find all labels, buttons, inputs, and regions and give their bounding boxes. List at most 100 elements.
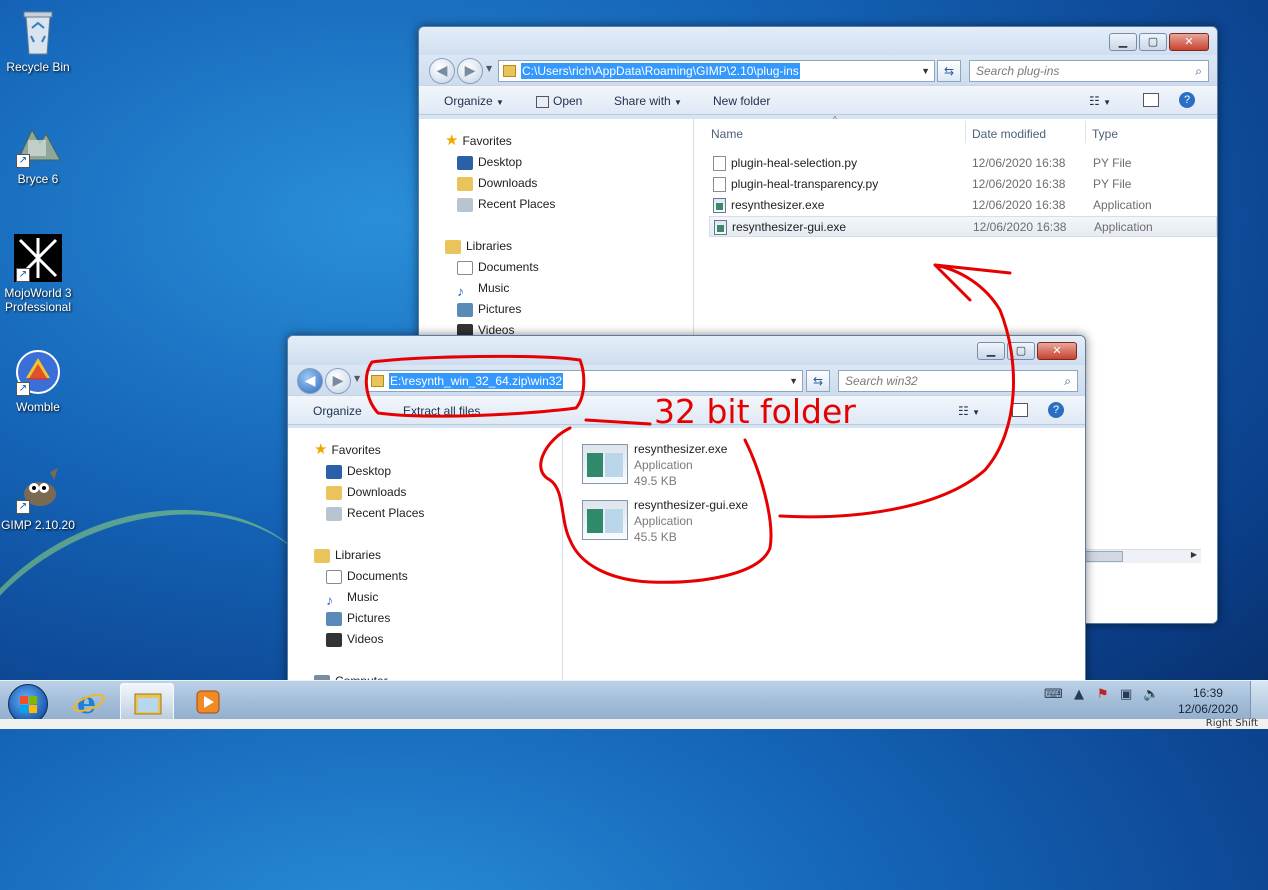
nav-music[interactable]: ♪ Music <box>326 588 379 608</box>
column-header-type[interactable]: Type <box>1092 121 1118 147</box>
nav-downloads[interactable]: Downloads <box>457 174 537 192</box>
column-header-date[interactable]: Date modified <box>972 121 1046 147</box>
file-name: resynthesizer.exe <box>634 442 728 456</box>
column-header-name[interactable]: Name <box>711 121 743 147</box>
file-row[interactable]: resynthesizer.exe 12/06/2020 16:38 Appli… <box>709 195 1217 216</box>
address-bar[interactable]: E:\resynth_win_32_64.zip\win32 ▼ <box>366 370 803 392</box>
back-button[interactable]: ◀ <box>429 58 455 84</box>
nav-label: Downloads <box>347 485 407 499</box>
horizontal-scrollbar[interactable]: ▶ <box>1083 549 1201 563</box>
organize-button[interactable]: Organize ▼ <box>444 94 504 108</box>
organize-button[interactable]: Organize <box>313 404 362 418</box>
nav-music[interactable]: ♪ Music <box>457 279 509 299</box>
desktop-icon-recycle-bin[interactable]: Recycle Bin <box>0 8 76 74</box>
search-input[interactable]: Search win32 ⌕ <box>838 370 1078 392</box>
start-button[interactable] <box>8 684 48 724</box>
show-desktop-button[interactable] <box>1250 681 1268 721</box>
window-titlebar[interactable]: ▁ ▢ ✕ <box>288 336 1085 368</box>
desktop-icon-gimp[interactable]: ↗ GIMP 2.10.20 <box>0 466 76 532</box>
maximize-button[interactable]: ▢ <box>1139 33 1167 51</box>
nav-videos[interactable]: Videos <box>326 630 383 648</box>
recent-pages-chevron-icon[interactable]: ▼ <box>354 374 360 383</box>
network-icon[interactable]: ▣ <box>1120 687 1132 702</box>
show-hidden-icons-button[interactable]: ▲ <box>1074 687 1084 702</box>
nav-libraries[interactable]: Libraries <box>445 237 512 255</box>
nav-pictures[interactable]: Pictures <box>326 609 390 627</box>
search-input[interactable]: Search plug-ins ⌕ <box>969 60 1209 82</box>
file-row[interactable]: plugin-heal-transparency.py 12/06/2020 1… <box>709 174 1217 195</box>
address-dropdown-icon[interactable]: ▼ <box>789 371 798 391</box>
desktop-icon-womble[interactable]: ↗ Womble <box>0 348 76 414</box>
back-button[interactable]: ◀ <box>297 368 323 394</box>
internet-explorer-icon: e <box>72 686 106 721</box>
nav-label: Downloads <box>478 176 538 190</box>
explorer-window-win32[interactable]: ▁ ▢ ✕ ◀ ▶ ▼ E:\resynth_win_32_64.zip\win… <box>287 335 1086 695</box>
desktop-icon-mojoworld[interactable]: ↗ MojoWorld 3 Professional <box>0 234 76 314</box>
nav-favorites[interactable]: ★ Favorites <box>445 132 512 150</box>
keyboard-icon[interactable]: ⌨ <box>1044 687 1063 702</box>
nav-label: Music <box>347 590 379 604</box>
address-dropdown-icon[interactable]: ▼ <box>921 61 930 81</box>
file-type: Application <box>1094 220 1153 234</box>
downloads-icon <box>326 485 342 500</box>
application-icon <box>582 500 628 540</box>
search-placeholder: Search plug-ins <box>976 64 1060 78</box>
nav-desktop[interactable]: Desktop <box>457 153 522 171</box>
taskbar-windows-explorer[interactable] <box>120 683 174 721</box>
nav-desktop[interactable]: Desktop <box>326 462 391 480</box>
preview-pane-button[interactable] <box>1012 403 1028 417</box>
nav-pictures[interactable]: Pictures <box>457 300 521 318</box>
address-text: C:\Users\rich\AppData\Roaming\GIMP\2.10\… <box>521 63 800 79</box>
help-icon[interactable]: ? <box>1048 402 1064 418</box>
view-options-button[interactable]: ☷ ▼ <box>958 404 980 418</box>
refresh-button[interactable]: ⇆ <box>937 60 961 82</box>
svg-text:e: e <box>77 686 96 721</box>
nav-recent-places[interactable]: Recent Places <box>326 504 424 522</box>
clock[interactable]: 16:39 12/06/2020 <box>1178 685 1238 717</box>
shortcut-arrow-icon: ↗ <box>16 154 30 168</box>
nav-libraries[interactable]: Libraries <box>314 546 381 564</box>
nav-favorites[interactable]: ★ Favorites <box>314 441 381 459</box>
new-folder-button[interactable]: New folder <box>713 94 770 108</box>
search-placeholder: Search win32 <box>845 374 918 388</box>
scroll-right-icon[interactable]: ▶ <box>1191 550 1197 559</box>
nav-recent-places[interactable]: Recent Places <box>457 195 555 213</box>
minimize-button[interactable]: ▁ <box>1109 33 1137 51</box>
pictures-icon <box>326 611 342 626</box>
forward-button[interactable]: ▶ <box>325 368 351 394</box>
recent-pages-chevron-icon[interactable]: ▼ <box>486 64 492 73</box>
shortcut-arrow-icon: ↗ <box>16 500 30 514</box>
libraries-icon <box>314 548 330 563</box>
address-bar[interactable]: C:\Users\rich\AppData\Roaming\GIMP\2.10\… <box>498 60 935 82</box>
desktop-icon-bryce[interactable]: ↗ Bryce 6 <box>0 120 76 186</box>
preview-pane-button[interactable] <box>1143 93 1159 107</box>
close-button[interactable]: ✕ <box>1169 33 1209 51</box>
nav-label: Pictures <box>478 302 522 316</box>
file-date: 12/06/2020 16:38 <box>972 177 1066 191</box>
refresh-button[interactable]: ⇆ <box>806 370 830 392</box>
nav-documents[interactable]: Documents <box>326 567 408 585</box>
view-options-button[interactable]: ☷ ▼ <box>1089 94 1111 108</box>
volume-icon[interactable]: 🔈 <box>1143 687 1159 702</box>
documents-icon <box>326 569 342 584</box>
file-name: plugin-heal-selection.py <box>731 156 858 170</box>
maximize-button[interactable]: ▢ <box>1007 342 1035 360</box>
action-center-flag-icon[interactable]: ⚑ <box>1097 687 1109 702</box>
close-button[interactable]: ✕ <box>1037 342 1077 360</box>
taskbar-internet-explorer[interactable]: e <box>62 683 116 721</box>
taskbar-media-player[interactable] <box>182 683 236 721</box>
file-row-selected[interactable]: resynthesizer-gui.exe 12/06/2020 16:38 A… <box>709 216 1217 237</box>
mojoworld-icon: ↗ <box>14 234 62 282</box>
open-button[interactable]: Open <box>536 94 582 108</box>
minimize-button[interactable]: ▁ <box>977 342 1005 360</box>
share-with-button[interactable]: Share with ▼ <box>614 94 682 108</box>
nav-downloads[interactable]: Downloads <box>326 483 406 501</box>
address-row: ◀ ▶ ▼ C:\Users\rich\AppData\Roaming\GIMP… <box>419 55 1217 85</box>
nav-label: Documents <box>478 260 539 274</box>
scrollbar-thumb[interactable] <box>1083 551 1123 562</box>
extract-all-button[interactable]: Extract all files <box>403 404 480 418</box>
forward-button[interactable]: ▶ <box>457 58 483 84</box>
help-icon[interactable]: ? <box>1179 92 1195 108</box>
nav-documents[interactable]: Documents <box>457 258 539 276</box>
file-row[interactable]: plugin-heal-selection.py 12/06/2020 16:3… <box>709 153 1217 174</box>
